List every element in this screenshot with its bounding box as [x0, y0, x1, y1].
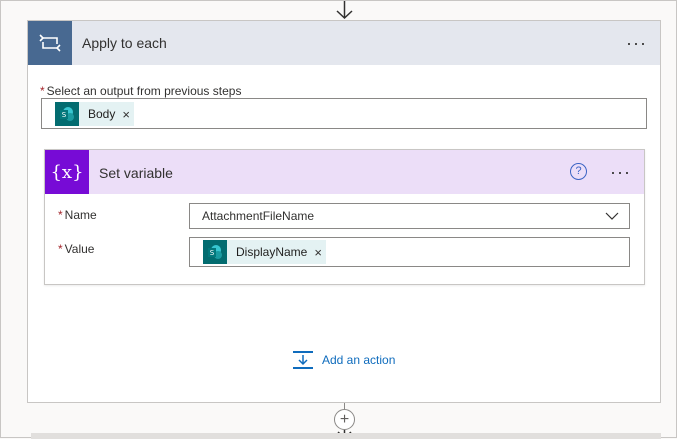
insert-step-button[interactable]: +	[334, 409, 355, 430]
next-step-card-edge	[31, 433, 661, 439]
set-variable-header[interactable]: {x} Set variable ? ···	[45, 150, 644, 194]
sharepoint-icon: S	[55, 102, 79, 126]
value-input[interactable]: S DisplayName ×	[189, 237, 630, 267]
repeat-icon	[39, 34, 61, 52]
loop-more-options-button[interactable]: ···	[626, 34, 647, 52]
svg-text:S: S	[210, 249, 215, 257]
name-dropdown[interactable]: AttachmentFileName	[189, 203, 630, 229]
loop-icon	[28, 21, 72, 65]
help-icon[interactable]: ?	[570, 163, 587, 180]
add-action-icon	[293, 351, 313, 369]
name-dropdown-value: AttachmentFileName	[202, 209, 315, 223]
name-label: * Name	[58, 208, 97, 222]
add-an-action-label: Add an action	[322, 353, 396, 367]
body-token[interactable]: S Body ×	[55, 102, 134, 126]
apply-to-each-card: Apply to each ··· * Select an output from…	[27, 20, 661, 403]
sharepoint-icon: S	[203, 240, 227, 264]
svg-text:S: S	[62, 111, 67, 119]
chevron-down-icon	[605, 212, 619, 220]
body-token-label: Body	[88, 107, 116, 121]
apply-to-each-title: Apply to each	[82, 35, 167, 51]
set-variable-card: {x} Set variable ? ··· * Name AttachmentF…	[44, 149, 645, 285]
arrow-down-icon	[336, 1, 353, 20]
variable-more-options-button[interactable]: ···	[610, 163, 631, 181]
add-an-action-button[interactable]: Add an action	[292, 350, 395, 370]
select-output-label: * Select an output from previous steps	[40, 84, 242, 98]
remove-body-token-icon[interactable]: ×	[122, 107, 130, 122]
value-label: * Value	[58, 242, 95, 256]
remove-displayname-token-icon[interactable]: ×	[314, 245, 322, 260]
flow-canvas: Apply to each ··· * Select an output from…	[0, 0, 677, 439]
displayname-token[interactable]: S DisplayName ×	[203, 240, 326, 264]
displayname-token-label: DisplayName	[236, 245, 308, 259]
select-output-input[interactable]: S Body ×	[41, 98, 647, 129]
apply-to-each-header[interactable]: Apply to each ···	[28, 21, 660, 65]
variable-icon: {x}	[45, 150, 89, 194]
set-variable-title: Set variable	[99, 165, 173, 181]
